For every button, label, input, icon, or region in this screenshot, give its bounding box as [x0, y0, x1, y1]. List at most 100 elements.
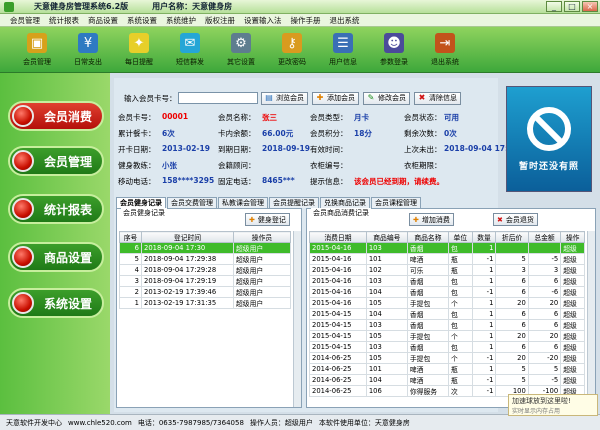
tool-login[interactable]: ☻ 参数登录 [369, 27, 419, 73]
menu-item-ime[interactable]: 设置输入法 [244, 15, 282, 26]
tool-label: 其它设置 [227, 58, 255, 66]
tool-change-password[interactable]: ⚷ 更改密码 [267, 27, 317, 73]
tool-user-info[interactable]: ☰ 用户信息 [318, 27, 368, 73]
status-site[interactable]: www.chle520.com [68, 419, 132, 427]
cell: 2015-04-16 [309, 253, 367, 265]
column-header[interactable]: 折后价 [495, 231, 529, 243]
cell: 超级 [560, 308, 585, 320]
mobile-label: 移动电话： [118, 177, 156, 186]
menu-item-report[interactable]: 统计报表 [49, 15, 79, 26]
column-header[interactable]: 序号 [119, 231, 142, 243]
table-row[interactable]: 2015-04-15 104 香烟包 1 6 6 超级 [309, 308, 585, 320]
table-row[interactable]: 2015-04-16 105 手提包个 1 20 20 超级 [309, 297, 585, 309]
clear-info-button[interactable]: ✖ 清除信息 [414, 91, 461, 105]
column-header[interactable]: 登记时间 [141, 231, 234, 243]
tool-expense[interactable]: ¥ 日常支出 [63, 27, 113, 73]
toolbar: ▣ 会员管理 ¥ 日常支出 ✦ 每日提醒 ✉ 短信群发 ⚙ 其它设置 ⚷ 更改密码 ☰ 用户信… [0, 27, 600, 73]
record-tabs: 会员健身记录 会员交费管理 私教课会管理 会员提醒记录 兑换商品记录 会员课程管… [116, 197, 422, 208]
table-row[interactable]: 2014-06-25 104 啤酒瓶 -1 5 -5 超级 [309, 374, 585, 386]
sidebar-item-report[interactable]: 统计报表 [8, 194, 104, 224]
points-value: 18分 [354, 129, 372, 138]
sidebar-item-goods[interactable]: 商品设置 [8, 242, 104, 272]
table-row[interactable]: 1 2013-02-19 17:31:35 超级用户 [119, 297, 291, 309]
browse-member-button[interactable]: ▤ 浏览会员 [261, 91, 308, 105]
valid-label: 有效时间： [310, 145, 348, 154]
vertical-scrollbar[interactable] [587, 231, 595, 407]
expire-value: 2018-09-19 [262, 144, 310, 153]
table-row[interactable]: 3 2018-09-04 17:29:19 超级用户 [119, 275, 291, 287]
table-row[interactable]: 2015-04-15 103 香烟包 1 6 6 超级 [309, 319, 585, 331]
table-row[interactable]: 2015-04-15 105 手提包个 1 20 20 超级 [309, 330, 585, 342]
edit-member-button[interactable]: ✎ 修改会员 [363, 91, 410, 105]
red-dot-icon [12, 198, 34, 220]
column-header[interactable]: 操作 [560, 231, 585, 243]
cell: 5 [495, 253, 529, 265]
tool-other-settings[interactable]: ⚙ 其它设置 [216, 27, 266, 73]
cell: 超级 [560, 297, 585, 309]
speedball-toast[interactable]: 加速球放到这里啦! 实时显示内存占用 [508, 394, 598, 416]
fitness-table: 序号 登记时间 操作员 6 2018-09-04 17:30 超级用户 5 2018-… [119, 231, 291, 309]
member-return-button[interactable]: ✖ 会员退货 [493, 213, 538, 226]
table-row[interactable]: 2015-04-16 103 香烟包 1 超级 [309, 242, 585, 254]
table-row[interactable]: 2014-06-25 105 手提包个 -1 20 -20 超级 [309, 352, 585, 364]
add-member-button[interactable]: ✚ 添加会员 [312, 91, 359, 105]
menu-item-manual[interactable]: 操作手册 [291, 15, 321, 26]
money-icon: ¥ [78, 33, 98, 53]
tool-member[interactable]: ▣ 会员管理 [12, 27, 62, 73]
tool-label: 会员管理 [23, 58, 51, 66]
cell: 2013-02-19 17:39:46 [141, 286, 234, 298]
login-icon: ☻ [384, 33, 404, 53]
add-consumption-button[interactable]: ✚ 增加消费 [409, 213, 454, 226]
tab-exchange[interactable]: 兑换商品记录 [320, 197, 370, 208]
cell: 手提包 [406, 330, 449, 342]
table-row[interactable]: 5 2018-09-04 17:29:38 超级用户 [119, 253, 291, 265]
menu-item-maintenance[interactable]: 系统维护 [166, 15, 196, 26]
close-button[interactable]: × [582, 1, 598, 12]
menu-item-settings[interactable]: 系统设置 [127, 15, 157, 26]
minimize-button[interactable]: _ [546, 1, 562, 12]
table-row[interactable]: 2015-04-16 102 可乐瓶 1 3 3 超级 [309, 264, 585, 276]
column-header[interactable]: 单位 [447, 231, 473, 243]
column-header[interactable]: 数量 [471, 231, 497, 243]
column-header[interactable]: 商品编号 [365, 231, 408, 243]
column-header[interactable]: 消费日期 [309, 231, 367, 243]
column-header[interactable]: 商品名称 [406, 231, 449, 243]
cell: 包 [447, 275, 473, 287]
tool-exit[interactable]: ⇥ 退出系统 [420, 27, 470, 73]
tool-sms[interactable]: ✉ 短信群发 [165, 27, 215, 73]
menu-item-goods[interactable]: 商品设置 [88, 15, 118, 26]
table-row[interactable]: 2014-06-25 101 啤酒瓶 1 5 5 超级 [309, 363, 585, 375]
sidebar-item-settings[interactable]: 系统设置 [8, 288, 104, 318]
tab-payment[interactable]: 会员交费管理 [167, 197, 217, 208]
cell: -1 [471, 374, 497, 386]
fitness-checkin-button[interactable]: ✚ 健身登记 [245, 213, 290, 226]
table-row[interactable]: 6 2018-09-04 17:30 超级用户 [119, 242, 291, 254]
table-row[interactable]: 2 2013-02-19 17:39:46 超级用户 [119, 286, 291, 298]
menu-item-member[interactable]: 会员管理 [10, 15, 40, 26]
member-photo[interactable]: 暂时还没有照 [506, 86, 592, 192]
cell: 2014-06-25 [309, 352, 367, 364]
status-licensee: 本软件使用单位：天意健身房 [318, 418, 410, 427]
tab-courses[interactable]: 会员课程管理 [371, 197, 421, 208]
tab-reminders[interactable]: 会员提醒记录 [269, 197, 319, 208]
column-header[interactable]: 操作员 [233, 231, 291, 243]
menu-item-exit[interactable]: 退出系统 [330, 15, 360, 26]
tool-reminder[interactable]: ✦ 每日提醒 [114, 27, 164, 73]
table-row[interactable]: 4 2018-09-04 17:29:28 超级用户 [119, 264, 291, 276]
remain-value: 0次 [444, 129, 457, 138]
table-row[interactable]: 2015-04-16 101 啤酒瓶 -1 5 -5 超级 [309, 253, 585, 265]
cell: 3 [495, 264, 529, 276]
menu-item-register[interactable]: 版权注册 [205, 15, 235, 26]
table-row[interactable]: 2015-04-15 103 香烟包 1 6 6 超级 [309, 341, 585, 353]
maximize-button[interactable]: □ [564, 1, 580, 12]
column-header[interactable]: 总金额 [527, 231, 562, 243]
cell: 20 [495, 330, 529, 342]
tab-private-class[interactable]: 私教课会管理 [218, 197, 268, 208]
sidebar-item-consumption[interactable]: 会员消费 [8, 101, 104, 131]
sidebar-item-member[interactable]: 会员管理 [8, 146, 104, 176]
table-row[interactable]: 2015-04-16 104 香烟包 -1 6 -6 超级 [309, 286, 585, 298]
card-no-input[interactable] [178, 92, 258, 104]
table-row[interactable]: 2015-04-16 103 香烟包 1 6 6 超级 [309, 275, 585, 287]
tab-fitness-records[interactable]: 会员健身记录 [116, 197, 166, 208]
vertical-scrollbar[interactable] [293, 231, 301, 407]
